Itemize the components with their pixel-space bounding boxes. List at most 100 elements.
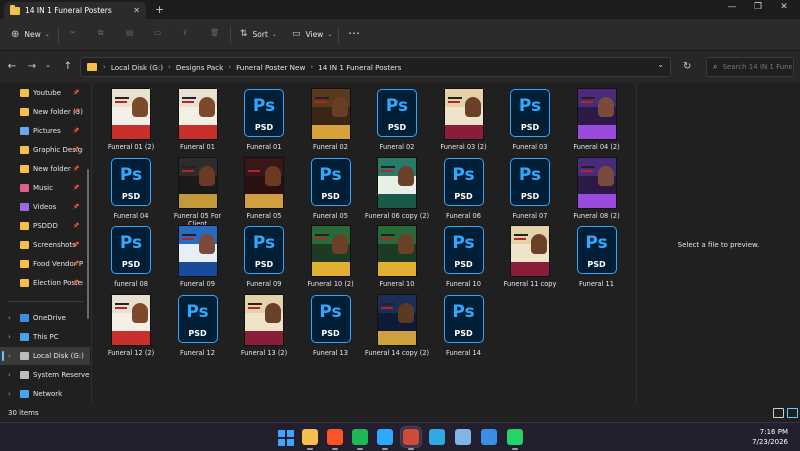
paste-icon[interactable]: ▤ xyxy=(126,28,133,37)
psd-file-item[interactable]: Ps PSD Funeral 14 xyxy=(431,292,497,360)
brave-browser-icon[interactable] xyxy=(327,429,343,445)
image-file-item[interactable]: Funeral 01 (2) xyxy=(98,86,164,154)
image-file-item[interactable]: Funeral 11 copy xyxy=(497,223,563,291)
tab-current-folder[interactable]: 14 IN 1 Funeral Posters ✕ xyxy=(4,2,146,19)
photos-icon[interactable] xyxy=(455,429,471,445)
sidebar-item[interactable]: PSDDD 📌 xyxy=(0,217,90,235)
file-explorer-icon[interactable] xyxy=(302,429,318,445)
psd-file-item[interactable]: Ps PSD Funeral 12 xyxy=(165,292,231,360)
minimize-button[interactable]: — xyxy=(722,2,742,12)
psd-file-item[interactable]: Ps PSD Funeral 09 xyxy=(231,223,297,291)
image-file-item[interactable]: Funeral 04 (2) xyxy=(564,86,630,154)
search-input[interactable] xyxy=(722,63,793,71)
breadcrumb-designs-pack[interactable]: Designs Pack xyxy=(176,63,223,72)
edge-icon[interactable] xyxy=(429,429,445,445)
breadcrumb-funeral-poster-new[interactable]: Funeral Poster New xyxy=(236,63,305,72)
share-icon[interactable]: ⇪ xyxy=(182,28,188,37)
sidebar-root-item[interactable]: › Network xyxy=(0,385,90,403)
up-arrow-icon[interactable]: ↑ xyxy=(60,61,76,72)
image-file-item[interactable]: Funeral 13 (2) xyxy=(231,292,297,360)
delete-icon[interactable]: 🗑 xyxy=(210,28,220,37)
image-file-item[interactable]: Funeral 12 (2) xyxy=(98,292,164,360)
whatsapp-icon[interactable] xyxy=(507,429,523,445)
breadcrumb-current-folder[interactable]: 14 IN 1 Funeral Posters xyxy=(318,63,401,72)
presentation-app-icon[interactable] xyxy=(401,427,421,447)
file-name: Funeral 04 xyxy=(113,211,149,220)
sidebar-item[interactable]: Videos 📌 xyxy=(0,198,90,216)
maximize-button[interactable]: ❐ xyxy=(748,2,768,12)
chevron-down-icon[interactable]: ⌄ xyxy=(657,60,664,69)
psd-file-item[interactable]: Ps PSD Funeral 07 xyxy=(497,155,563,223)
psd-file-item[interactable]: Ps PSD Funeral 04 xyxy=(98,155,164,223)
image-file-item[interactable]: Funeral 10 (2) xyxy=(298,223,364,291)
search-box[interactable]: ⌕ xyxy=(706,57,794,77)
sidebar-item[interactable]: Food Vendor PSD📌 xyxy=(0,255,90,273)
sidebar-item[interactable]: Music 📌 xyxy=(0,179,90,197)
image-file-item[interactable]: Funeral 03 (2) xyxy=(431,86,497,154)
address-bar[interactable]: › Local Disk (G:) › Designs Pack › Funer… xyxy=(80,57,671,77)
psd-file-item[interactable]: Ps PSD funeral 08 xyxy=(98,223,164,291)
pin-icon: 📌 xyxy=(73,109,80,115)
image-file-item[interactable]: Funeral 10 xyxy=(364,223,430,291)
close-window-button[interactable]: ✕ xyxy=(774,2,794,12)
drive-icon xyxy=(20,333,29,341)
photoshop-icon[interactable] xyxy=(377,429,393,445)
image-file-item[interactable]: Funeral 14 copy (2) xyxy=(364,292,430,360)
rename-icon[interactable]: ▭ xyxy=(154,28,161,37)
image-file-item[interactable]: Funeral 01 xyxy=(165,86,231,154)
sidebar-root-item[interactable]: › System Reserved xyxy=(0,366,90,384)
sidebar-item[interactable]: New folder (3) 📌 xyxy=(0,103,90,121)
image-file-item[interactable]: Funeral 08 (2) xyxy=(564,155,630,223)
sidebar-item[interactable]: New folder 📌 xyxy=(0,160,90,178)
new-button[interactable]: ⊕ New ⌄ xyxy=(11,29,50,40)
new-tab-button[interactable]: + xyxy=(155,3,164,16)
sidebar-item[interactable]: Election Posters📌 xyxy=(0,274,90,292)
sidebar-item[interactable]: Screenshots 📌 xyxy=(0,236,90,254)
close-tab-icon[interactable]: ✕ xyxy=(133,6,140,15)
back-arrow-icon[interactable]: ← xyxy=(4,61,20,72)
expand-chevron-icon[interactable]: › xyxy=(8,333,11,341)
sort-button[interactable]: ⇅ Sort ⌄ xyxy=(240,29,277,39)
file-name: Funeral 02 xyxy=(379,143,415,151)
sidebar-root-item[interactable]: › Local Disk (G:) xyxy=(0,347,90,365)
large-icons-view-icon[interactable] xyxy=(787,408,798,418)
running-indicator xyxy=(357,448,363,450)
psd-file-item[interactable]: Ps PSD Funeral 06 xyxy=(431,155,497,223)
expand-chevron-icon[interactable]: › xyxy=(8,371,11,379)
view-button[interactable]: ▭ View ⌄ xyxy=(292,29,332,39)
psd-file-item[interactable]: Ps PSD Funeral 03 xyxy=(497,86,563,154)
breadcrumb-local-disk[interactable]: Local Disk (G:) xyxy=(111,63,163,72)
start-icon[interactable] xyxy=(277,429,294,446)
psd-file-item[interactable]: Ps PSD Funeral 10 xyxy=(431,223,497,291)
sidebar-scrollbar[interactable] xyxy=(87,169,89,319)
image-file-item[interactable]: Funeral 05 For Client xyxy=(165,155,231,228)
details-view-icon[interactable] xyxy=(773,408,784,418)
paint-icon[interactable] xyxy=(481,429,497,445)
psd-file-item[interactable]: Ps PSD Funeral 13 xyxy=(298,292,364,360)
sidebar-root-item[interactable]: › OneDrive xyxy=(0,309,90,327)
cut-icon[interactable]: ✂ xyxy=(70,28,76,37)
sidebar-root-item[interactable]: › This PC xyxy=(0,328,90,346)
system-clock[interactable]: 7:16 PM 7/23/2026 xyxy=(752,427,788,447)
spotify-icon[interactable] xyxy=(352,429,368,445)
expand-chevron-icon[interactable]: › xyxy=(8,314,11,322)
copy-icon[interactable]: ⧉ xyxy=(98,28,103,38)
expand-chevron-icon[interactable]: › xyxy=(8,390,11,398)
sidebar-item[interactable]: Pictures 📌 xyxy=(0,122,90,140)
refresh-icon[interactable]: ↻ xyxy=(683,61,691,72)
psd-file-item[interactable]: Ps PSD Funeral 05 xyxy=(298,155,364,223)
image-file-item[interactable]: Funeral 09 xyxy=(165,223,231,291)
psd-file-item[interactable]: Ps PSD Funeral 02 xyxy=(364,86,430,154)
psd-file-item[interactable]: Ps PSD Funeral 11 xyxy=(564,223,630,291)
sidebar-item[interactable]: Youtube 📌 xyxy=(0,84,90,102)
image-file-item[interactable]: Funeral 05 xyxy=(231,155,297,223)
expand-chevron-icon[interactable]: › xyxy=(8,352,11,360)
image-file-item[interactable]: Funeral 02 xyxy=(298,86,364,154)
chevron-down-icon: ⌄ xyxy=(44,31,50,38)
forward-arrow-icon[interactable]: → xyxy=(24,61,40,72)
recent-locations-icon[interactable]: ⌄ xyxy=(40,61,56,69)
sidebar-item[interactable]: Graphic Design 📌 xyxy=(0,141,90,159)
image-file-item[interactable]: Funeral 06 copy (2) xyxy=(364,155,430,223)
psd-file-item[interactable]: Ps PSD Funeral 01 xyxy=(231,86,297,154)
more-options-button[interactable]: ⋯ xyxy=(348,26,360,40)
